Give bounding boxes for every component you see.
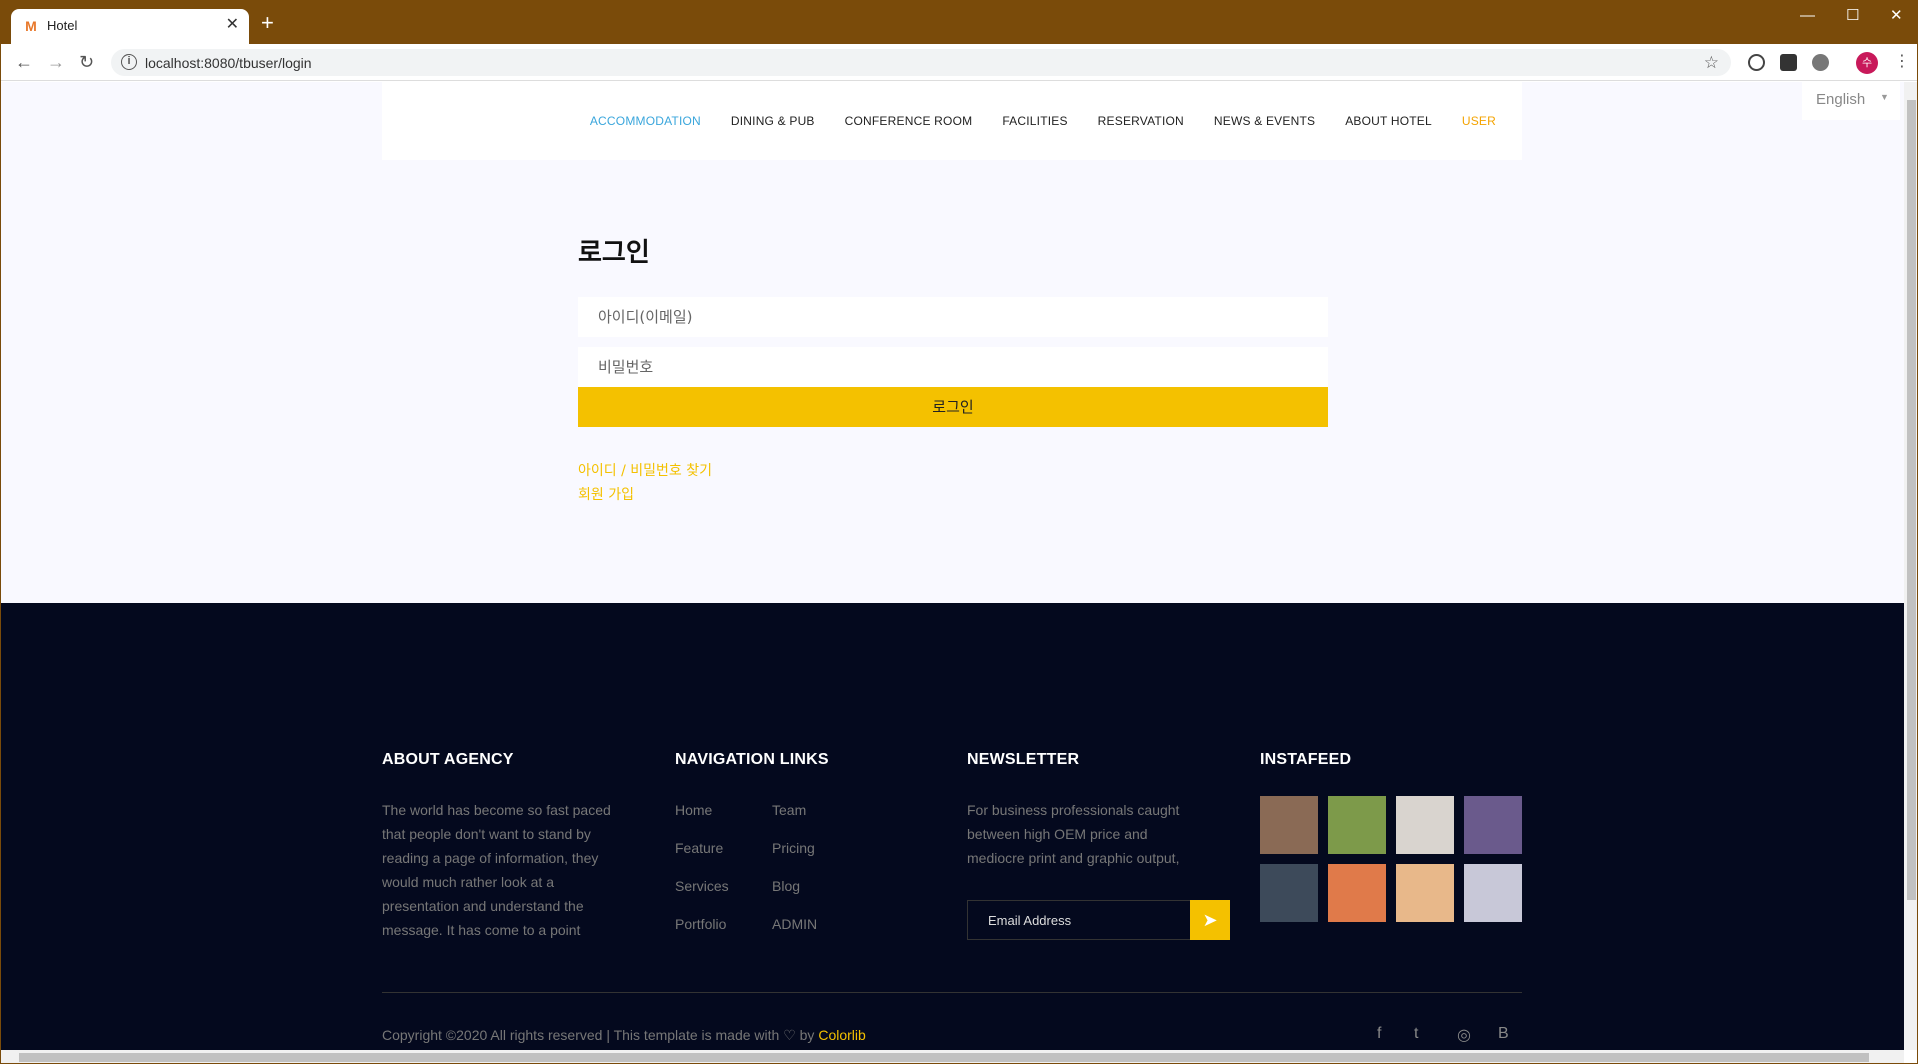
site-footer: ABOUT AGENCY The world has become so fas… [1,603,1904,1050]
footer-divider [382,992,1522,993]
horizontal-scroll-thumb[interactable] [19,1053,1869,1062]
new-tab-button[interactable]: + [261,11,274,35]
insta-photo-4[interactable] [1464,796,1522,854]
url-text[interactable]: localhost:8080/tbuser/login [145,55,312,71]
horizontal-scrollbar[interactable] [1,1050,1904,1063]
email-field[interactable] [578,297,1328,337]
tab-title: Hotel [47,18,78,33]
footer-link-admin[interactable]: ADMIN [772,916,817,932]
nav-about-hotel[interactable]: ABOUT HOTEL [1345,114,1432,128]
browser-toolbar: ← → ↻ i localhost:8080/tbuser/login ☆ 수 … [1,44,1917,81]
footer-link-portfolio[interactable]: Portfolio [675,916,726,932]
back-arrow-icon[interactable]: ← [15,52,33,72]
info-icon[interactable]: i [121,54,137,70]
title-bar: M Hotel ✕ + — ☐ ✕ [1,1,1917,44]
site-header: ACCOMMODATION DINING & PUB CONFERENCE RO… [382,82,1522,160]
newsletter-email-box [967,900,1192,940]
forward-arrow-icon[interactable]: → [47,52,65,72]
profile-avatar[interactable]: 수 [1856,52,1878,74]
send-icon[interactable]: ➤ [1190,900,1230,940]
insta-photo-2[interactable] [1328,796,1386,854]
footer-link-feature[interactable]: Feature [675,840,723,856]
main-nav: ACCOMMODATION DINING & PUB CONFERENCE RO… [590,114,1496,128]
address-bar[interactable]: i localhost:8080/tbuser/login ☆ [111,49,1731,76]
login-title: 로그인 [578,237,650,267]
insta-photo-7[interactable] [1396,864,1454,922]
password-field[interactable] [578,347,1328,387]
maximize-button[interactable]: ☐ [1846,7,1859,25]
nav-reservation[interactable]: RESERVATION [1098,114,1184,128]
nav-user[interactable]: USER [1462,114,1496,128]
nav-links-heading: NAVIGATION LINKS [675,751,829,768]
facebook-icon[interactable]: f [1377,1025,1381,1043]
colorlib-link[interactable]: Colorlib [818,1027,865,1043]
chevron-down-icon: ▼ [1880,92,1889,102]
browser-window: M Hotel ✕ + — ☐ ✕ ← → ↻ i localhost:8080… [0,0,1918,1064]
newsletter-text: For business professionals caught betwee… [967,802,1180,866]
privacy-extension-icon[interactable] [1812,54,1829,71]
nav-news-events[interactable]: NEWS & EVENTS [1214,114,1315,128]
find-account-link[interactable]: 아이디 / 비밀번호 찾기 [578,460,712,480]
instafeed-heading: INSTAFEED [1260,751,1352,768]
insta-photo-8[interactable] [1464,864,1522,922]
newsletter-email-input[interactable] [968,901,1190,939]
vertical-scroll-thumb[interactable] [1907,100,1916,900]
footer-link-pricing[interactable]: Pricing [772,840,815,856]
tab-close-icon[interactable]: ✕ [226,16,239,34]
nav-conference-room[interactable]: CONFERENCE ROOM [845,114,973,128]
twitter-icon[interactable]: t [1414,1025,1418,1043]
about-heading: ABOUT AGENCY [382,751,514,768]
about-text: The world has become so fast paced that … [382,802,611,938]
dribbble-icon[interactable]: ◎ [1457,1025,1471,1045]
nav-facilities[interactable]: FACILITIES [1002,114,1067,128]
translate-extension-icon[interactable] [1780,54,1797,71]
footer-link-blog[interactable]: Blog [772,878,800,894]
nav-dining-pub[interactable]: DINING & PUB [731,114,815,128]
insta-photo-6[interactable] [1328,864,1386,922]
language-select[interactable]: English ▼ [1802,82,1900,120]
insta-photo-1[interactable] [1260,796,1318,854]
footer-link-services[interactable]: Services [675,878,729,894]
signup-link[interactable]: 회원 가입 [578,484,634,504]
footer-link-team[interactable]: Team [772,802,806,818]
minimize-button[interactable]: — [1800,7,1815,25]
page-viewport: ACCOMMODATION DINING & PUB CONFERENCE RO… [1,82,1904,1050]
behance-icon[interactable]: B [1498,1025,1509,1043]
close-window-button[interactable]: ✕ [1890,7,1903,25]
favicon-icon: M [25,18,37,34]
reload-icon[interactable]: ↻ [79,52,94,72]
nav-accommodation[interactable]: ACCOMMODATION [590,114,701,128]
language-value: English [1816,91,1866,108]
browser-tab[interactable]: M Hotel ✕ [11,9,249,44]
block-extension-icon[interactable] [1748,54,1765,71]
vertical-scrollbar[interactable] [1904,82,1917,1050]
footer-link-home[interactable]: Home [675,802,712,818]
browser-menu-icon[interactable]: ⋮ [1894,52,1910,72]
newsletter-heading: NEWSLETTER [967,751,1080,768]
insta-photo-3[interactable] [1396,796,1454,854]
bookmark-star-icon[interactable]: ☆ [1704,53,1719,73]
login-button[interactable]: 로그인 [578,387,1328,427]
insta-photo-5[interactable] [1260,864,1318,922]
copyright-text: Copyright ©2020 All rights reserved | Th… [382,1027,866,1043]
